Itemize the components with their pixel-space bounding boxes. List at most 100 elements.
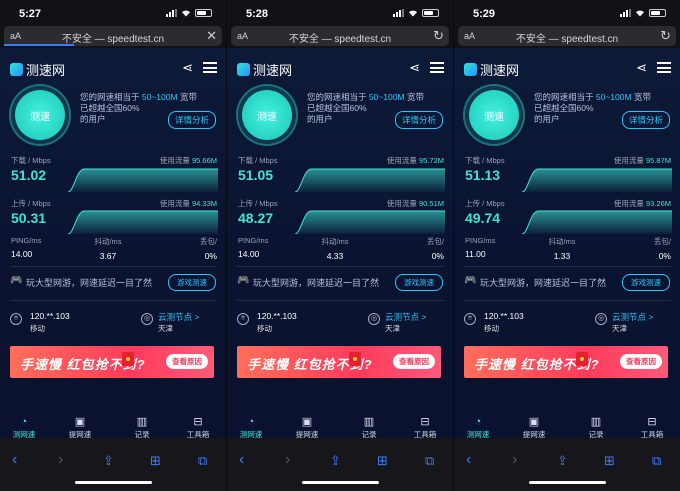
banner-view-reason-button[interactable]: 查看原因 bbox=[393, 354, 435, 369]
banner-view-reason-button[interactable]: 查看原因 bbox=[166, 354, 208, 369]
phone-screen: 5:27 aA 不安全 — speedtest.cn ✕ 测速网 ⋖ 测速 您的… bbox=[0, 0, 226, 491]
nav-item-toolbox[interactable]: ⊟ 工具箱 bbox=[634, 416, 670, 440]
speed-test-button[interactable]: 测速 bbox=[463, 84, 525, 146]
download-usage: 使用流量 95.87M bbox=[614, 155, 671, 166]
game-speed-test-button[interactable]: 游戏测速 bbox=[622, 274, 670, 291]
client-isp: 移动 bbox=[30, 324, 45, 333]
beat-text: 已超越全国 bbox=[307, 103, 350, 113]
speed-test-label: 测速 bbox=[15, 90, 65, 140]
nav-item-boost[interactable]: ▣ 提网速 bbox=[62, 416, 98, 440]
bookmarks-icon[interactable]: ⊞ bbox=[150, 453, 161, 469]
nav-item-history[interactable]: ▥ 记录 bbox=[351, 416, 387, 440]
nav-item-history[interactable]: ▥ 记录 bbox=[124, 416, 160, 440]
forward-icon[interactable]: › bbox=[512, 451, 517, 469]
nav-item-toolbox[interactable]: ⊟ 工具箱 bbox=[407, 416, 443, 440]
speedtest-app: 测速网 ⋖ 测速 您的网速相当于 50~100M 宽带 已超越全国60% 的用户… bbox=[0, 48, 226, 440]
address-bar[interactable]: aA 不安全 — speedtest.cn ↻ bbox=[458, 26, 676, 46]
logo-text: 测速网 bbox=[26, 63, 66, 78]
beat-percent: 60% bbox=[576, 103, 594, 113]
nav-item-speedtest[interactable]: ◔ 测网速 bbox=[233, 416, 269, 440]
usage-label: 使用流量 bbox=[159, 199, 190, 208]
back-icon[interactable]: ‹ bbox=[239, 451, 244, 469]
tabs-icon[interactable]: ⧉ bbox=[652, 453, 661, 469]
summary-text: 您的网速相当于 bbox=[307, 92, 367, 102]
game-speed-test-button[interactable]: 游戏测速 bbox=[168, 274, 216, 291]
status-bar: 5:29 bbox=[454, 0, 680, 24]
promo-banner[interactable]: 手速慢 红包抢不到? 查看原因 bbox=[464, 346, 668, 378]
reload-icon[interactable]: ↻ bbox=[660, 28, 671, 44]
share-icon[interactable]: ⋖ bbox=[409, 60, 420, 76]
menu-icon[interactable] bbox=[657, 62, 671, 73]
share-icon[interactable]: ⋖ bbox=[636, 60, 647, 76]
detail-analysis-button[interactable]: 详情分析 bbox=[394, 111, 443, 129]
nav-item-speedtest[interactable]: ◔ 测网速 bbox=[460, 416, 496, 440]
cloud-node-link[interactable]: 云测节点 > bbox=[158, 311, 199, 323]
app-logo[interactable]: 测速网 bbox=[237, 60, 292, 79]
upload-speed-graph bbox=[522, 210, 672, 234]
share-sheet-icon[interactable]: ⇪ bbox=[330, 453, 341, 469]
banner-view-reason-button[interactable]: 查看原因 bbox=[620, 354, 662, 369]
summary-suffix: 宽带 bbox=[633, 92, 651, 102]
client-ip: 120.**.103 bbox=[484, 311, 524, 321]
beat-text: 已超越全国 bbox=[534, 103, 577, 113]
share-sheet-icon[interactable]: ⇪ bbox=[557, 453, 568, 469]
reload-icon[interactable]: ↻ bbox=[433, 28, 444, 44]
nav-item-speedtest[interactable]: ◔ 测网速 bbox=[6, 416, 42, 440]
ping-value: 11.00 bbox=[465, 249, 486, 259]
back-icon[interactable]: ‹ bbox=[12, 451, 17, 469]
menu-icon[interactable] bbox=[203, 62, 217, 73]
app-logo[interactable]: 测速网 bbox=[464, 60, 519, 79]
menu-icon[interactable] bbox=[430, 62, 444, 73]
address-bar[interactable]: aA 不安全 — speedtest.cn ✕ bbox=[4, 26, 222, 46]
download-speed-graph bbox=[295, 168, 445, 192]
cloud-node-link[interactable]: 云测节点 > bbox=[385, 311, 426, 323]
bottom-nav: ◔ 测网速 ▣ 提网速 ▥ 记录 ⊟ 工具箱 bbox=[227, 416, 453, 440]
status-bar: 5:27 bbox=[0, 0, 226, 24]
download-label: 下载 / Mbps bbox=[11, 156, 51, 165]
tabs-icon[interactable]: ⧉ bbox=[425, 453, 434, 469]
address-bar[interactable]: aA 不安全 — speedtest.cn ↻ bbox=[231, 26, 449, 46]
promo-banner[interactable]: 手速慢 红包抢不到? 查看原因 bbox=[10, 346, 214, 378]
detail-analysis-button[interactable]: 详情分析 bbox=[621, 111, 670, 129]
stop-loading-icon[interactable]: ✕ bbox=[206, 28, 217, 44]
nav-item-toolbox[interactable]: ⊟ 工具箱 bbox=[180, 416, 216, 440]
globe-icon: ◎ bbox=[368, 313, 380, 325]
nav-item-boost[interactable]: ▣ 提网速 bbox=[516, 416, 552, 440]
phone-screen: 5:28 aA 不安全 — speedtest.cn ↻ 测速网 ⋖ 测速 您的… bbox=[227, 0, 453, 491]
bottom-nav: ◔ 测网速 ▣ 提网速 ▥ 记录 ⊟ 工具箱 bbox=[454, 416, 680, 440]
promo-banner[interactable]: 手速慢 红包抢不到? 查看原因 bbox=[237, 346, 441, 378]
forward-icon[interactable]: › bbox=[58, 451, 63, 469]
app-logo[interactable]: 测速网 bbox=[10, 60, 65, 79]
cloud-node-link[interactable]: 云测节点 > bbox=[612, 311, 653, 323]
forward-icon[interactable]: › bbox=[285, 451, 290, 469]
home-indicator bbox=[75, 481, 152, 484]
jitter-label: 抖动/ms bbox=[321, 237, 349, 246]
nav-item-boost[interactable]: ▣ 提网速 bbox=[289, 416, 325, 440]
logo-mark-icon bbox=[10, 63, 23, 76]
location-pin-icon: ⌾ bbox=[464, 313, 476, 325]
bookmarks-icon[interactable]: ⊞ bbox=[377, 453, 388, 469]
beat-suffix: 的用户 bbox=[534, 114, 560, 124]
game-speed-test-button[interactable]: 游戏测速 bbox=[395, 274, 443, 291]
nav-item-history[interactable]: ▥ 记录 bbox=[578, 416, 614, 440]
speed-test-button[interactable]: 测速 bbox=[236, 84, 298, 146]
speedometer-icon: ◔ bbox=[247, 416, 255, 428]
share-icon[interactable]: ⋖ bbox=[182, 60, 193, 76]
back-icon[interactable]: ‹ bbox=[466, 451, 471, 469]
packet-loss-label: 丢包/ bbox=[199, 237, 217, 246]
usage-value: 93.26M bbox=[645, 199, 671, 208]
address-url[interactable]: 不安全 — speedtest.cn bbox=[458, 30, 676, 45]
bookmarks-icon[interactable]: ⊞ bbox=[604, 453, 615, 469]
address-url[interactable]: 不安全 — speedtest.cn bbox=[4, 30, 222, 45]
toolbox-icon: ⊟ bbox=[647, 416, 657, 428]
client-ip: 120.**.103 bbox=[257, 311, 297, 321]
share-sheet-icon[interactable]: ⇪ bbox=[103, 453, 114, 469]
usage-value: 95.72M bbox=[418, 156, 444, 165]
speed-test-button[interactable]: 测速 bbox=[9, 84, 71, 146]
summary-text: 您的网速相当于 bbox=[534, 92, 594, 102]
ping-value: 14.00 bbox=[238, 249, 260, 259]
tabs-icon[interactable]: ⧉ bbox=[198, 453, 207, 469]
gamepad-icon: 🎮 bbox=[237, 275, 250, 286]
address-url[interactable]: 不安全 — speedtest.cn bbox=[231, 30, 449, 45]
detail-analysis-button[interactable]: 详情分析 bbox=[167, 111, 216, 129]
